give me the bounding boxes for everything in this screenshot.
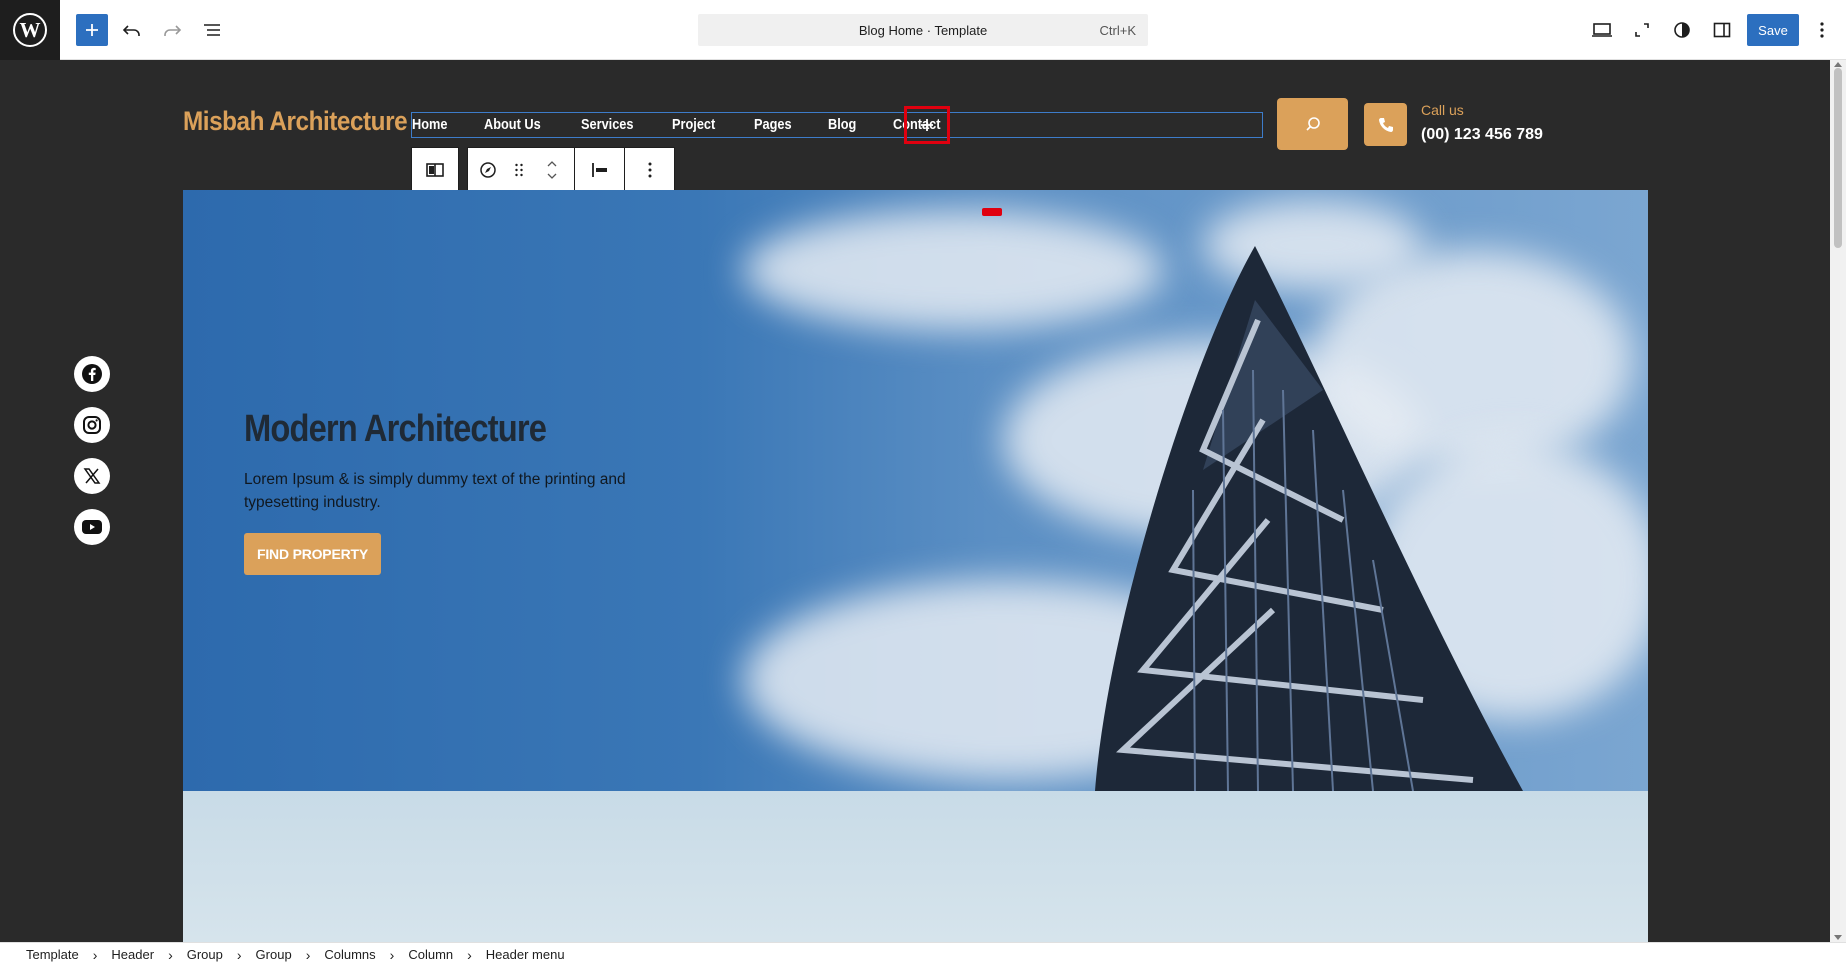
breadcrumb-label[interactable]: Template <box>26 947 79 962</box>
hero-title[interactable]: Modern Architecture <box>244 408 547 451</box>
justify-left-icon[interactable] <box>574 148 624 192</box>
breadcrumb-label: Header menu <box>485 947 565 962</box>
block-toolbar <box>467 147 675 193</box>
phone-icon <box>1364 103 1407 146</box>
breadcrumb-item[interactable]: Group › <box>256 947 325 963</box>
nav-item-home[interactable]: Home <box>412 117 447 133</box>
block-breadcrumb: Template › Header › Group › Group › Columns ›… <box>0 942 1846 966</box>
svg-text:W: W <box>20 18 41 42</box>
hero-description[interactable]: Lorem Ipsum & is simply dummy text of th… <box>244 468 664 514</box>
search-icon <box>1305 117 1320 131</box>
drag-handle-icon[interactable] <box>508 148 530 192</box>
scroll-down-arrow-icon[interactable] <box>1834 935 1842 940</box>
youtube-icon[interactable] <box>74 509 110 545</box>
nav-item-blog[interactable]: Blog <box>828 117 856 133</box>
desktop-preview-icon[interactable] <box>1586 14 1618 46</box>
chevron-right-icon: › <box>92 946 98 963</box>
scroll-up-arrow-icon[interactable] <box>1834 62 1842 67</box>
add-menu-item-button[interactable] <box>904 106 950 144</box>
document-title: Blog Home · Template <box>858 22 988 38</box>
add-block-button[interactable] <box>76 14 108 46</box>
nav-item-project[interactable]: Project <box>672 117 715 133</box>
nav-item-pages[interactable]: Pages <box>754 117 792 133</box>
call-us-label: Call us <box>1421 102 1464 118</box>
styles-icon[interactable] <box>1666 14 1698 46</box>
breadcrumb-label[interactable]: Columns <box>324 947 375 962</box>
undo-button[interactable] <box>116 14 148 46</box>
breadcrumb-item[interactable]: Group › <box>187 947 256 963</box>
highlight-marker <box>982 208 1002 216</box>
x-icon[interactable] <box>74 458 110 494</box>
breadcrumb-item-current: Header menu <box>486 947 565 962</box>
breadcrumb-item[interactable]: Template › <box>26 947 111 963</box>
nav-item-services[interactable]: Services <box>581 117 634 133</box>
breadcrumb-item[interactable]: Columns › <box>324 947 408 963</box>
settings-sidebar-icon[interactable] <box>1706 14 1738 46</box>
redo-button[interactable] <box>156 14 188 46</box>
shortcut-hint: Ctrl+K <box>1099 22 1136 38</box>
header-menu[interactable]: Home About Us Services Project Pages Blo… <box>411 106 1263 144</box>
breadcrumb-label[interactable]: Group <box>256 947 292 962</box>
breadcrumb-label[interactable]: Header <box>111 947 154 962</box>
options-menu-icon[interactable] <box>1808 14 1836 46</box>
site-title[interactable]: Misbah Architecture <box>183 106 408 137</box>
canvas-scrollbar[interactable] <box>1830 60 1846 942</box>
command-center[interactable]: Blog Home · Template Ctrl+K <box>698 14 1148 46</box>
chevron-right-icon: › <box>305 946 311 963</box>
breadcrumb-label[interactable]: Group <box>187 947 223 962</box>
breadcrumb-item[interactable]: Column › <box>408 947 485 963</box>
instagram-icon[interactable] <box>74 407 110 443</box>
editor-toolbar: W Blog Home · Template Ctrl+K Save <box>0 0 1846 60</box>
move-up-down-buttons[interactable] <box>530 148 574 192</box>
columns-icon[interactable] <box>412 148 458 192</box>
block-options-icon[interactable] <box>624 148 674 192</box>
phone-number: (00) 123 456 789 <box>1421 126 1543 143</box>
chevron-right-icon: › <box>168 946 173 963</box>
breadcrumb-item[interactable]: Header › <box>111 947 186 963</box>
hero-cover[interactable]: Modern Architecture Lorem Ipsum & is sim… <box>183 190 1648 791</box>
scrollbar-thumb[interactable] <box>1834 68 1842 248</box>
chevron-right-icon: › <box>467 946 472 963</box>
save-button[interactable]: Save <box>1747 14 1799 46</box>
fullscreen-icon[interactable] <box>1626 14 1658 46</box>
breadcrumb-label[interactable]: Column <box>408 947 453 962</box>
document-overview-button[interactable] <box>196 14 228 46</box>
chevron-right-icon: › <box>389 946 395 963</box>
chevron-right-icon: › <box>236 946 242 963</box>
facebook-icon[interactable] <box>74 356 110 392</box>
editor-canvas[interactable]: Misbah Architecture Home About Us Servic… <box>0 60 1830 942</box>
block-parent-selector[interactable] <box>411 147 459 193</box>
navigation-icon[interactable] <box>468 148 508 192</box>
find-property-button[interactable]: FIND PROPERTY <box>244 533 381 575</box>
wordpress-logo-icon[interactable]: W <box>0 0 60 60</box>
next-section-cover[interactable] <box>183 791 1648 942</box>
nav-item-about[interactable]: About Us <box>484 117 541 133</box>
search-button[interactable] <box>1277 98 1348 150</box>
